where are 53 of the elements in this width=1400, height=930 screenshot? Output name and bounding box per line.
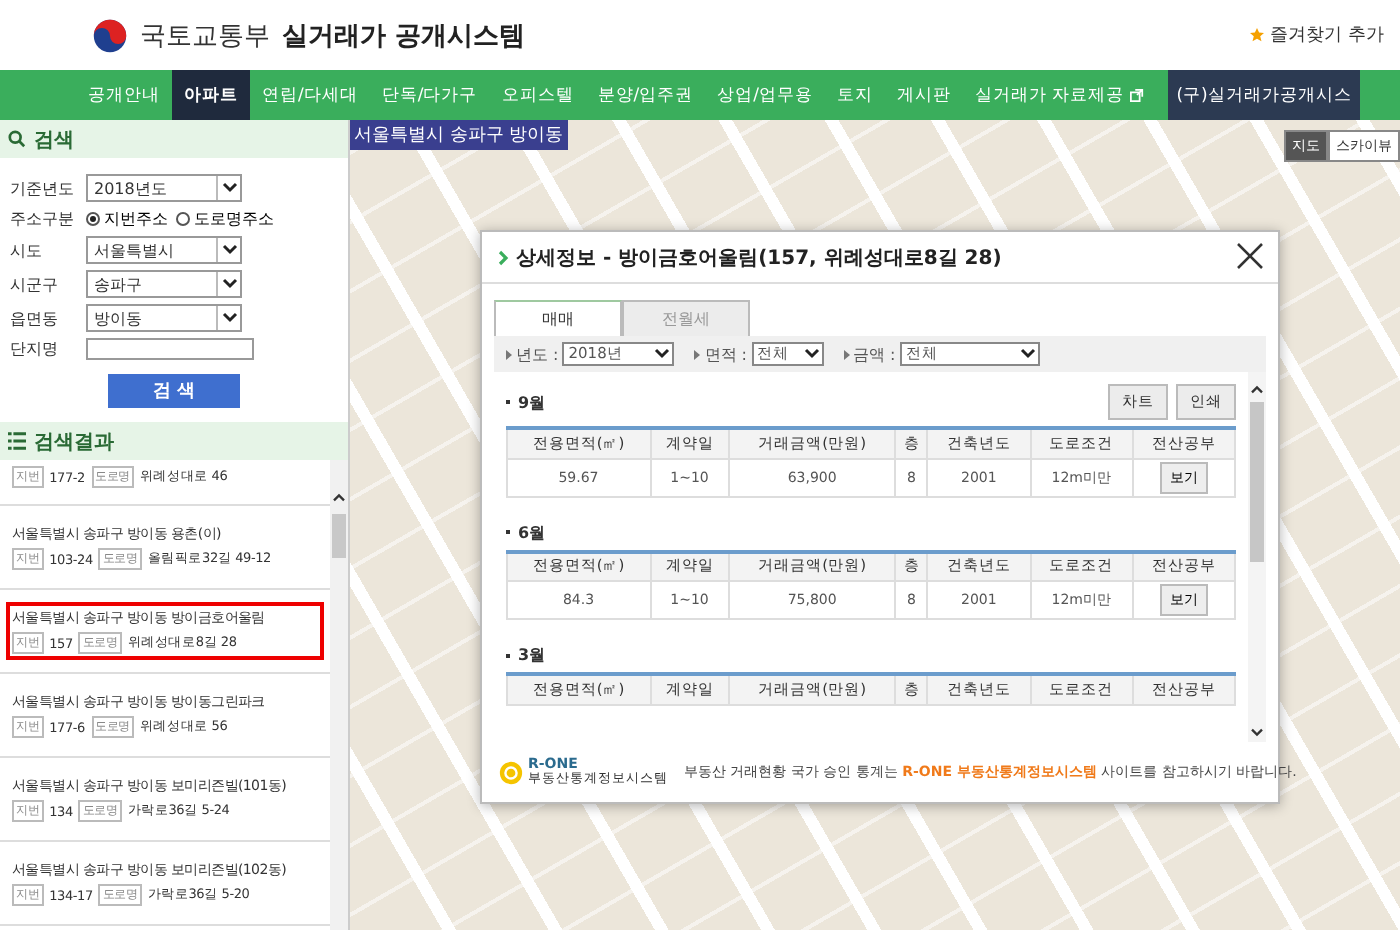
caret-icon bbox=[221, 182, 237, 194]
field-label: 단지명 bbox=[10, 338, 60, 360]
radio-option[interactable]: 도로명주소 bbox=[176, 208, 274, 230]
dialog-title: 상세정보 - 방이금호어울림(157, 위례성대로8길 28) bbox=[516, 245, 1002, 271]
search-icon bbox=[8, 130, 26, 148]
filter-label: 면적 : bbox=[704, 343, 747, 365]
scroll-up-icon bbox=[332, 492, 346, 502]
caret-icon bbox=[221, 312, 237, 324]
month-heading: 6월 bbox=[518, 521, 546, 543]
field-label: 읍면동 bbox=[10, 307, 60, 329]
location-label: 서울특별시 송파구 방이동 bbox=[350, 120, 568, 150]
nav-tab[interactable]: (구)실거래가공개시스 bbox=[1168, 70, 1360, 120]
emblem-icon bbox=[92, 17, 128, 53]
tab[interactable]: 매매 bbox=[494, 300, 622, 336]
logo-icon bbox=[498, 759, 524, 785]
triangle-icon bbox=[843, 349, 849, 359]
field-label: 주소구분 bbox=[10, 208, 76, 230]
month-heading: 3월 bbox=[518, 644, 546, 666]
radio-option[interactable]: 지번주소 bbox=[86, 208, 168, 230]
month-heading: 9월 bbox=[518, 391, 546, 413]
ministry-name: 국토교통부 bbox=[140, 19, 270, 53]
input-field[interactable] bbox=[86, 338, 254, 360]
filter-label: 년도 : bbox=[516, 343, 559, 365]
caret-icon bbox=[803, 348, 819, 360]
select-field[interactable]: 서울특별시 bbox=[86, 236, 242, 264]
site-title: 실거래가 공개시스템 bbox=[282, 19, 526, 53]
search-button[interactable]: 검 색 bbox=[108, 374, 240, 408]
section-title: 검색결과 bbox=[34, 429, 114, 455]
scrollbar-thumb[interactable] bbox=[332, 514, 346, 558]
select-field[interactable]: 방이동 bbox=[86, 304, 242, 332]
chevron-icon bbox=[498, 249, 510, 265]
favorite-link[interactable]: 즐겨찾기 추가 bbox=[1250, 22, 1384, 48]
scroll-up-icon bbox=[1250, 384, 1264, 394]
caret-icon bbox=[221, 244, 237, 256]
field-label: 시도 bbox=[10, 239, 44, 261]
scrollbar-thumb[interactable] bbox=[1250, 402, 1264, 562]
caret-icon bbox=[221, 278, 237, 290]
nav-tab[interactable]: 아파트 bbox=[172, 70, 250, 120]
triangle-icon bbox=[694, 349, 701, 359]
star-icon bbox=[1250, 28, 1265, 42]
list-icon bbox=[8, 432, 26, 450]
section-title: 검색 bbox=[34, 127, 74, 153]
select-field[interactable]: 송파구 bbox=[86, 270, 242, 298]
triangle-icon bbox=[506, 349, 512, 359]
field-label: 기준년도 bbox=[10, 177, 76, 199]
scroll-down-icon bbox=[1250, 728, 1264, 738]
caret-icon bbox=[654, 348, 671, 360]
field-label: 시군구 bbox=[10, 273, 60, 295]
close-button[interactable] bbox=[1234, 241, 1266, 273]
select-field[interactable]: 2018년도 bbox=[86, 174, 242, 202]
caret-icon bbox=[1019, 348, 1036, 360]
filter-label: 금액 : bbox=[853, 343, 896, 365]
external-link-icon bbox=[1130, 88, 1145, 102]
